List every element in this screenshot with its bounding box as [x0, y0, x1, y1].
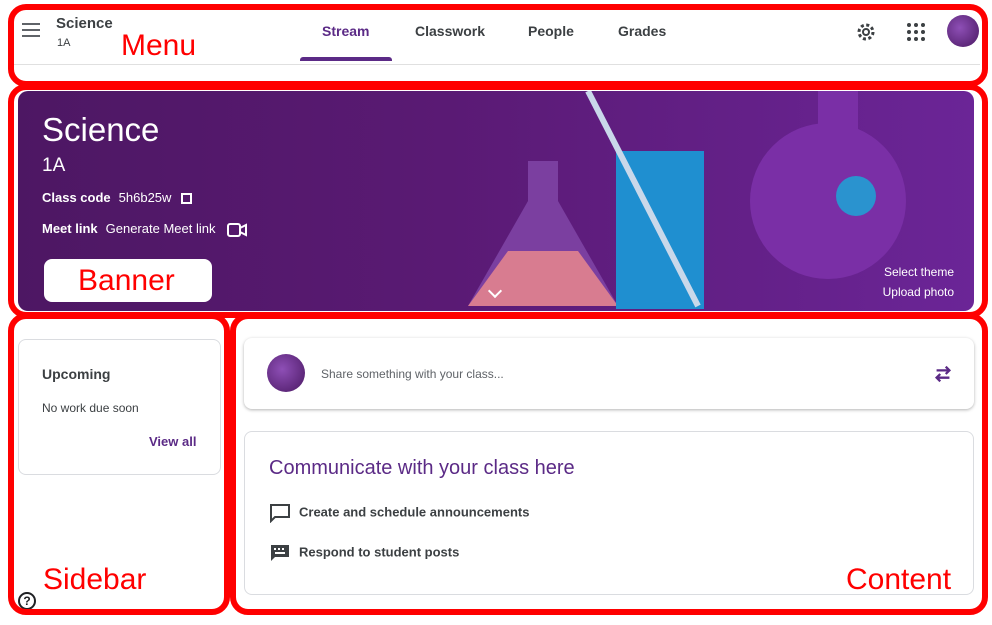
banner-annotation: Banner — [78, 264, 175, 297]
menu-annotation: Menu — [121, 29, 197, 62]
sidebar-annotation: Sidebar — [43, 563, 147, 596]
content-annotation: Content — [846, 563, 952, 596]
